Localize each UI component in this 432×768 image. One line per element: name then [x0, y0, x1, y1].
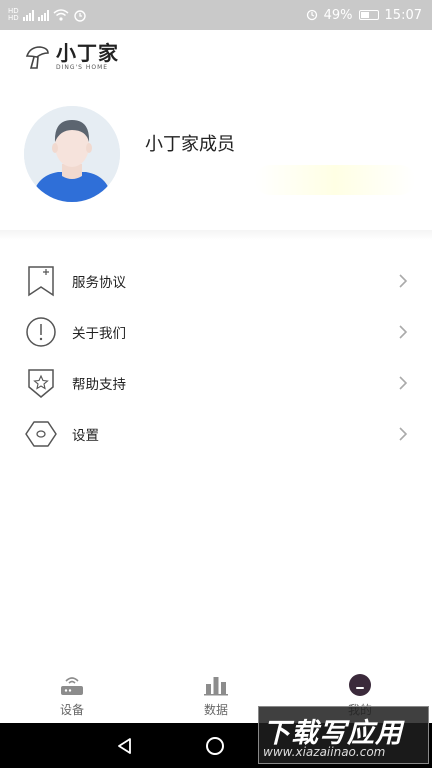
profile-icon [347, 673, 373, 697]
brand-logo: 小丁家 DING'S HOME [24, 42, 119, 72]
avatar[interactable] [24, 106, 120, 202]
menu-item-label: 设置 [72, 427, 99, 444]
menu-item-label: 服务协议 [72, 274, 126, 291]
tab-label: 数据 [203, 703, 228, 717]
back-icon[interactable] [115, 736, 135, 756]
mushroom-logo-icon [25, 46, 49, 69]
chevron-right-icon [399, 324, 408, 339]
status-bar-right: 49% 15:07 [306, 8, 422, 23]
brand-text: 小丁家 DING'S HOME [56, 42, 119, 72]
status-bar: HD HD 49% 15:07 [0, 0, 432, 30]
tab-data[interactable]: 数据 [176, 673, 256, 718]
bookmark-plus-icon [24, 264, 58, 298]
chevron-right-icon [399, 375, 408, 390]
tab-devices[interactable]: 设备 [32, 673, 112, 718]
profile-name[interactable]: 小丁家成员 [145, 130, 235, 156]
menu-item-service-agreement[interactable]: 服务协议 [0, 255, 432, 306]
battery-percent: 49% [323, 7, 353, 23]
menu-item-label: 关于我们 [72, 325, 126, 342]
data-saver-icon [306, 9, 317, 21]
info-exclamation-icon [24, 315, 58, 349]
profile-header[interactable]: 小丁家成员 [0, 90, 432, 230]
gear-icon [24, 417, 58, 451]
signal-icon [22, 9, 34, 21]
chevron-right-icon [399, 426, 408, 441]
status-bar-left: HD HD [8, 8, 87, 22]
shield-star-icon [24, 366, 58, 400]
battery-icon [358, 10, 379, 20]
settings-menu: 服务协议 关于我们 帮助支持 设置 [0, 255, 432, 459]
bar-chart-icon [203, 673, 229, 697]
menu-item-label: 帮助支持 [72, 376, 126, 393]
tab-label: 设备 [59, 703, 84, 717]
brand-title: 小丁家 [56, 41, 119, 65]
clock: 15:07 [384, 7, 422, 23]
brand-subtitle: DING'S HOME [56, 64, 109, 71]
wifi-icon [53, 9, 69, 21]
signal-icon-2 [37, 9, 49, 21]
home-icon[interactable] [206, 737, 224, 755]
user-avatar-icon [24, 106, 120, 202]
chevron-right-icon [399, 273, 408, 288]
watermark-url: www.xiazaiinao.com [263, 745, 386, 759]
router-icon [59, 673, 85, 697]
highlight-glow [255, 165, 415, 195]
watermark: 下载写应用 www.xiazaiinao.com [258, 706, 429, 764]
alarm-icon [73, 10, 86, 22]
menu-item-settings[interactable]: 设置 [0, 408, 432, 459]
menu-item-about-us[interactable]: 关于我们 [0, 306, 432, 357]
section-divider [0, 230, 432, 240]
menu-item-help-support[interactable]: 帮助支持 [0, 357, 432, 408]
network-tag: HD HD [8, 7, 19, 22]
